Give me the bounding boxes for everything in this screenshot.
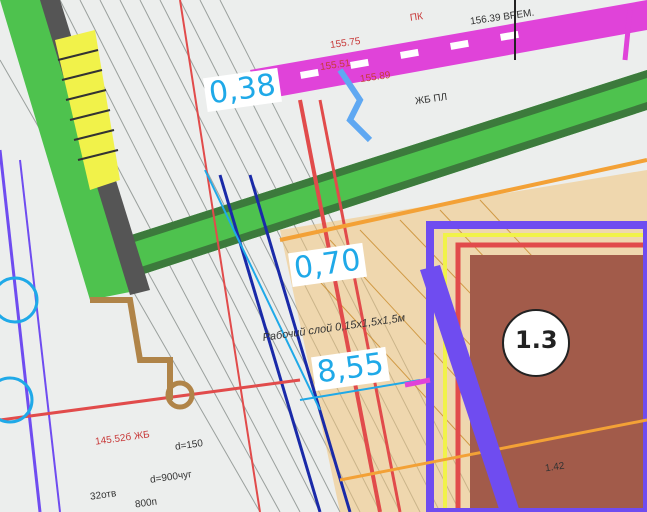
mark-label-1: ПК [409,11,424,24]
room-tag: 1.3 [515,326,558,354]
cad-drawing-canvas[interactable]: 0,38 0,70 8,55 1.3 Рабочий слой 0,15х1,5… [0,0,647,512]
